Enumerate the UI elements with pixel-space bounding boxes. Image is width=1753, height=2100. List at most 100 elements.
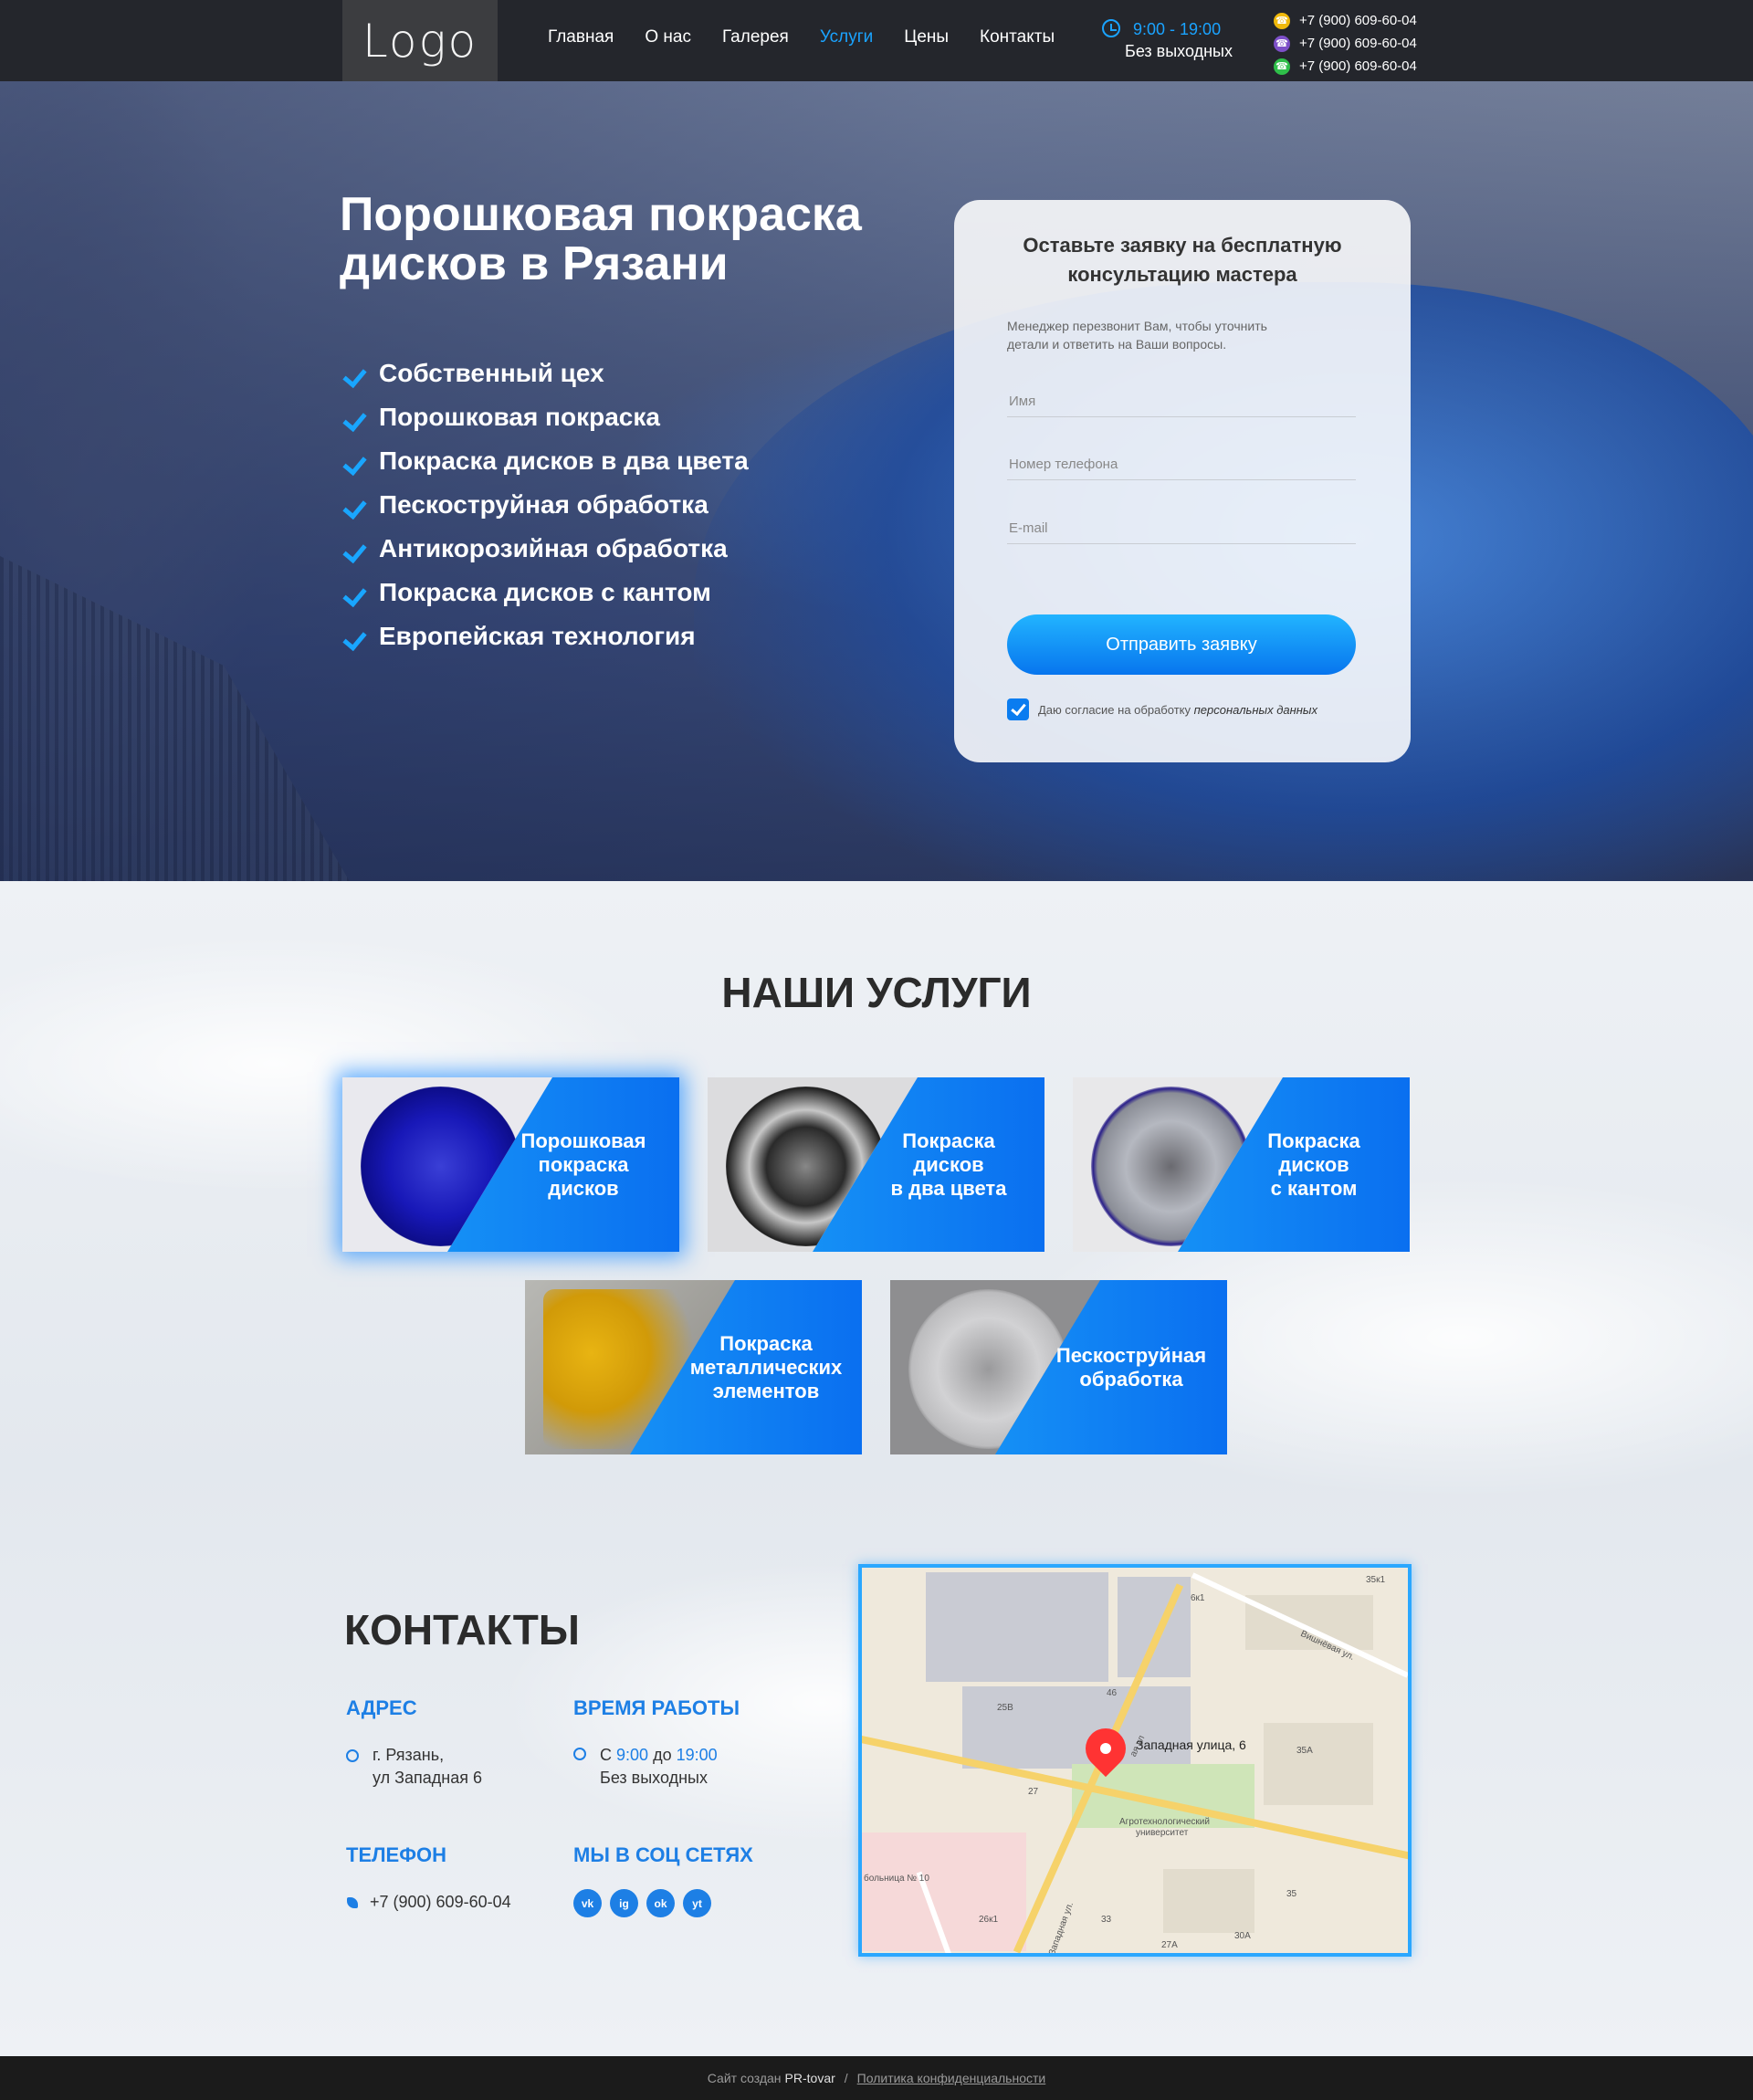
map-building [926,1572,1108,1682]
consent-checkbox[interactable] [1007,698,1029,720]
feature-item: Европейская технология [342,621,749,665]
service-label-line: Пескоструйная [1055,1343,1207,1367]
consent-link[interactable]: персональных данных [1194,703,1317,717]
email-placeholder: E-mail [1009,520,1048,536]
feature-text: Европейская технология [379,622,696,650]
map-label: 6к1 [1191,1593,1205,1603]
location-map[interactable]: Западная улица, 6 6к1 35к1 Вишнёвая ул. … [858,1564,1412,1957]
service-card-metal[interactable]: Покраска металлических элементов [525,1280,862,1454]
service-label-line: Порошковая [520,1129,646,1152]
service-label-line: Покраска [1267,1129,1360,1152]
odnoklassniki-icon[interactable]: ok [646,1889,675,1917]
hours-to-label: до [653,1746,672,1764]
feature-text: Антикорозийная обработка [379,534,728,562]
nav-item-prices[interactable]: Цены [904,27,949,47]
map-label: 27 [1028,1787,1039,1797]
privacy-policy-link[interactable]: Политика конфиденциальности [857,2071,1046,2085]
nav-item-gallery[interactable]: Галерея [722,27,789,47]
submit-button[interactable]: Отправить заявку [1007,614,1356,675]
feature-text: Порошковая покраска [379,403,660,431]
vk-icon[interactable]: vk [573,1889,602,1917]
feature-item: Покраска дисков с кантом [342,577,749,621]
map-label: 33 [1101,1915,1112,1925]
nav-item-about[interactable]: О нас [645,27,691,47]
hours-heading: ВРЕМЯ РАБОТЫ [573,1696,740,1719]
viber-icon: ☎ [1274,35,1290,52]
map-address: Западная улица, 6 [1136,1738,1246,1752]
footer-separator: / [844,2071,848,2085]
phone-heading: ТЕЛЕФОН [346,1843,446,1866]
map-label: 30А [1234,1931,1251,1941]
map-label: 35 [1286,1889,1297,1899]
feature-text: Покраска дисков в два цвета [379,446,749,475]
map-label: 35А [1296,1746,1313,1756]
service-label-line: дисков [548,1176,619,1200]
service-label: Пескоструйная обработка [1044,1280,1218,1454]
phone-number: +7 (900) 609-60-04 [1299,58,1417,74]
nav-item-contacts[interactable]: Контакты [980,27,1055,47]
hours-from: 9:00 [616,1746,649,1764]
address-line1: г. Рязань, [373,1746,445,1764]
check-icon [344,363,368,383]
check-icon [344,495,368,515]
nav-item-services[interactable]: Услуги [820,27,873,47]
map-label: 35к1 [1366,1575,1386,1585]
hours-to: 19:00 [676,1746,718,1764]
phone-row[interactable]: ☎ +7 (900) 609-60-04 [1274,32,1417,55]
hero-title-line2: дисков в Рязани [340,237,729,290]
nav-item-home[interactable]: Главная [548,27,614,47]
header-phones: ☎ +7 (900) 609-60-04 ☎ +7 (900) 609-60-0… [1274,9,1417,78]
check-icon [344,451,368,471]
map-label: 27А [1161,1940,1178,1950]
contact-phone[interactable]: +7 (900) 609-60-04 [370,1891,511,1914]
hours-time: 9:00 - 19:00 [1133,20,1222,38]
feature-text: Пескоструйная обработка [379,490,709,519]
address-line2: ул Западная 6 [373,1769,482,1787]
feature-item: Пескоструйная обработка [342,489,749,533]
service-card-powder[interactable]: Порошковая покраска дисков [342,1077,679,1252]
map-label: 46 [1107,1688,1118,1698]
email-field[interactable]: E-mail [1007,517,1356,544]
address-heading: АДРЕС [346,1696,417,1719]
form-title: Оставьте заявку на бесплатную консультац… [981,231,1383,289]
phone-row[interactable]: ☎ +7 (900) 609-60-04 [1274,55,1417,78]
social-heading: МЫ В СОЦ СЕТЯХ [573,1843,753,1866]
phone-number: +7 (900) 609-60-04 [1299,36,1417,51]
main-nav: Главная О нас Галерея Услуги Цены Контак… [548,27,1086,47]
service-card-two-color[interactable]: Покраска дисков в два цвета [708,1077,1044,1252]
feature-item: Антикорозийная обработка [342,533,749,577]
consent-label: Даю согласие на обработку [1038,702,1191,717]
whatsapp-icon: ☎ [1274,58,1290,75]
clock-icon [1102,19,1120,37]
form-hint-line2: детали и ответить на Ваши вопросы. [1007,337,1227,352]
service-label-line: дисков [913,1152,984,1176]
instagram-icon[interactable]: ig [610,1889,638,1917]
service-label: Порошковая покраска дисков [497,1077,670,1252]
name-field[interactable]: Имя [1007,390,1356,417]
youtube-icon[interactable]: yt [683,1889,711,1917]
form-title-line2: консультацию мастера [1067,263,1297,286]
logo-text: Logo [362,14,478,68]
phone-row[interactable]: ☎ +7 (900) 609-60-04 [1274,9,1417,32]
hours-days: Без выходных [600,1769,708,1787]
map-label: Западная ул. [1046,1900,1076,1957]
logo[interactable]: Logo [342,0,498,81]
address-text: г. Рязань, ул Западная 6 [373,1744,482,1790]
footer-brand-link[interactable]: PR-tovar [785,2071,835,2085]
service-card-sandblast[interactable]: Пескоструйная обработка [890,1280,1227,1454]
map-label: университет [1136,1828,1189,1838]
contacts-title: КОНТАКТЫ [344,1606,580,1654]
phone-field[interactable]: Номер телефона [1007,453,1356,480]
name-placeholder: Имя [1009,394,1036,409]
map-building [1264,1723,1373,1805]
service-card-edge[interactable]: Покраска дисков с кантом [1073,1077,1410,1252]
check-icon [344,539,368,559]
service-label-line: Покраска [719,1331,813,1355]
feature-text: Собственный цех [379,359,604,387]
service-label: Покраска дисков с кантом [1227,1077,1401,1252]
feature-item: Покраска дисков в два цвета [342,446,749,489]
check-icon [344,626,368,646]
phone-icon: ☎ [1274,12,1290,29]
service-label-line: элементов [712,1379,820,1402]
feature-item: Порошковая покраска [342,402,749,446]
